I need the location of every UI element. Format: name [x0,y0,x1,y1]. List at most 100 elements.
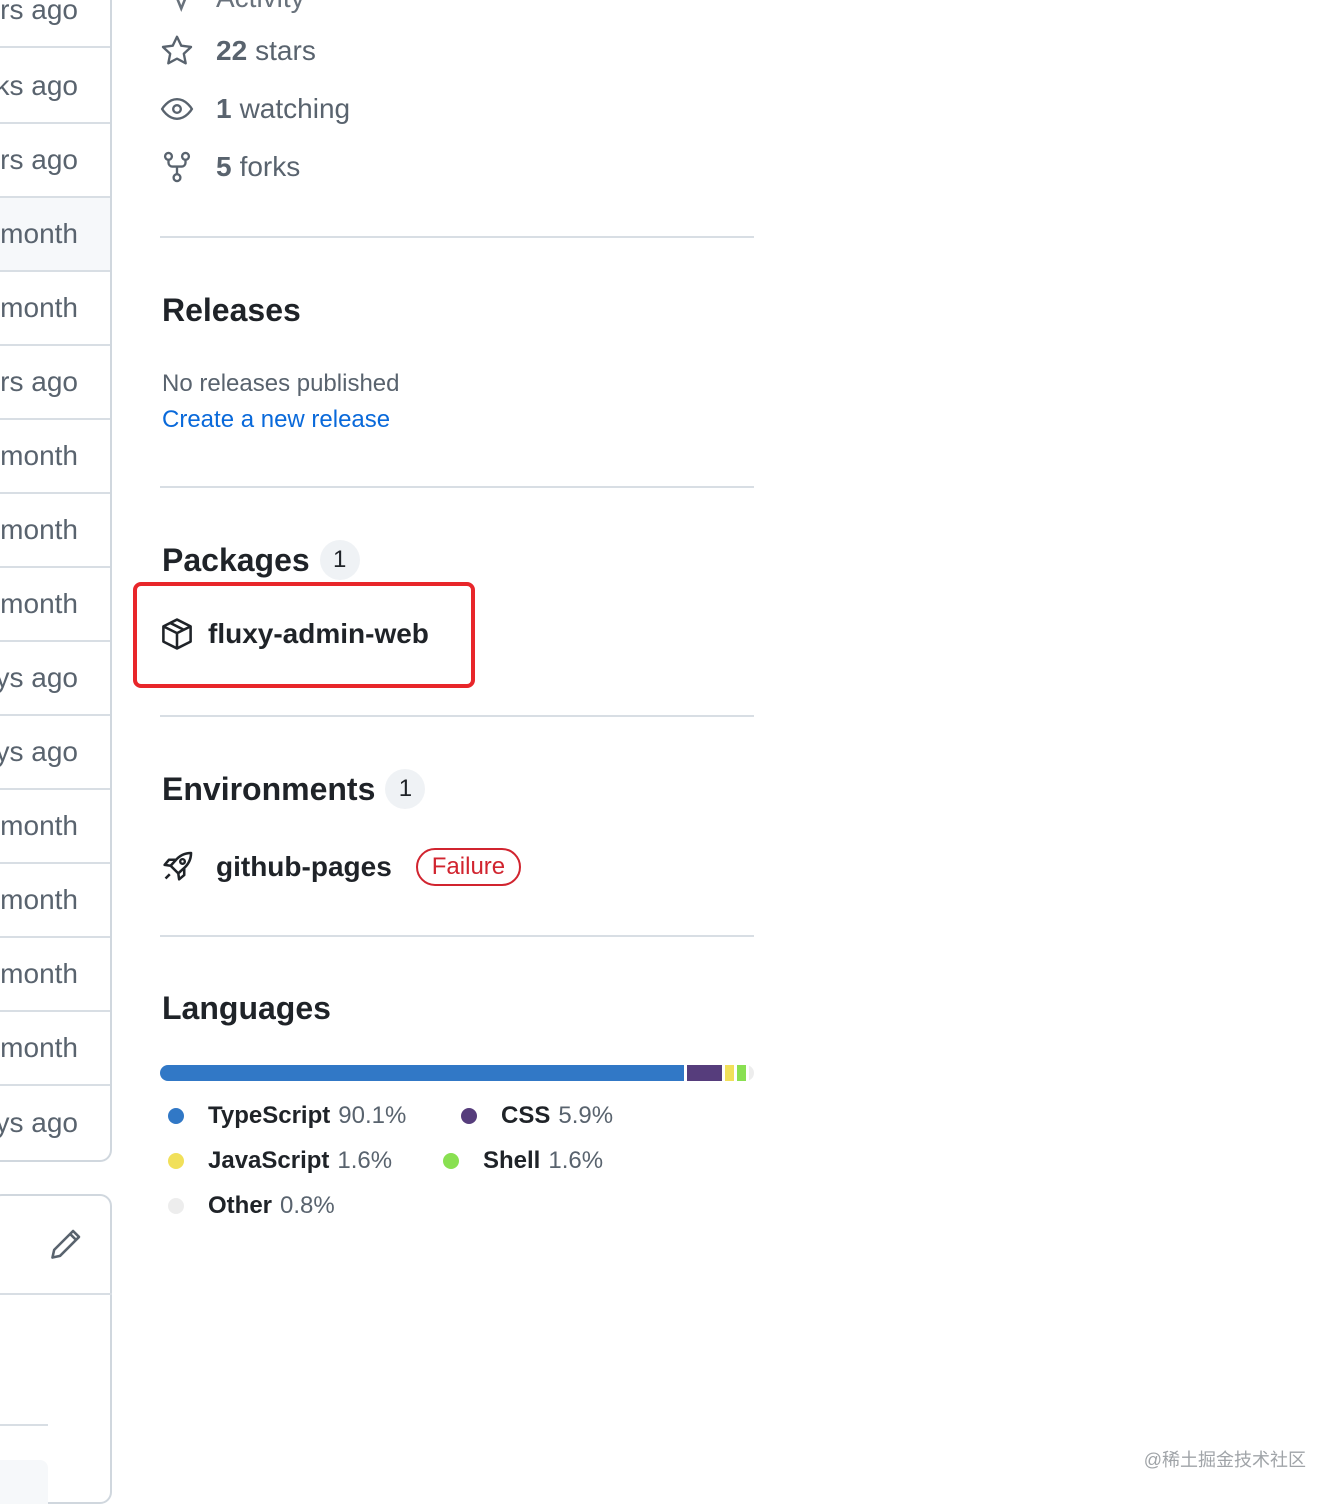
file-row[interactable]: ks ago [0,50,110,124]
language-bar-segment [687,1065,722,1081]
forks-link[interactable]: 5 forks [160,147,300,187]
watching-link[interactable]: 1 watching [160,89,350,129]
file-row[interactable]: month [0,864,110,938]
file-row[interactable]: month [0,1012,110,1086]
clipped-panel [0,1460,48,1504]
commit-age: rs ago [0,366,78,397]
commit-age: ks ago [0,70,78,101]
language-percent: 1.6% [337,1147,393,1174]
file-row[interactable]: month [0,568,110,642]
language-color-dot [443,1153,459,1169]
language-color-dot [461,1108,477,1124]
watermark: @稀土掘金技术社区 [1143,1450,1306,1470]
packages-heading[interactable]: Packages 1 [162,540,360,580]
environment-name[interactable]: github-pages [216,851,392,883]
file-row[interactable]: month [0,938,110,1012]
language-color-dot [168,1153,184,1169]
file-row[interactable]: rs ago [0,346,110,420]
stars-label: stars [255,35,316,66]
environments-heading[interactable]: Environments 1 [162,769,426,809]
language-bar-segment [737,1065,747,1081]
commit-age: rs ago [0,144,78,175]
file-row[interactable]: ys ago [0,642,110,716]
file-list: rs ago ks ago rs ago month month rs ago … [0,0,112,1162]
file-row[interactable]: month [0,272,110,346]
language-bar-segment [724,1065,734,1081]
divider [160,715,754,717]
forks-count: 5 [216,151,232,182]
file-row[interactable]: month [0,494,110,568]
watching-count: 1 [216,93,232,124]
language-name: Other [208,1192,273,1219]
language-item[interactable]: Other 0.8% [168,1189,335,1223]
star-icon [161,35,193,65]
status-badge: Failure [415,848,522,886]
readme-box [0,1194,112,1504]
commit-age: month [0,1032,78,1063]
rocket-icon [163,851,193,881]
divider [160,486,754,488]
language-item[interactable]: TypeScript 90.1% [168,1099,406,1133]
language-color-dot [168,1108,184,1124]
no-releases-text: No releases published [162,370,400,397]
languages-heading: Languages [162,990,331,1027]
commit-age: month [0,810,78,841]
forks-label: forks [239,151,301,182]
language-name: Shell [483,1147,541,1174]
package-name[interactable]: fluxy-admin-web [208,618,429,650]
releases-heading[interactable]: Releases [162,292,301,329]
pulse-icon [176,0,187,13]
commit-age: ys ago [0,662,78,693]
package-item[interactable]: fluxy-admin-web [160,614,429,654]
commit-age: month [0,292,78,323]
divider [0,1293,112,1295]
activity-link[interactable]: Activity [160,0,305,18]
stars-link[interactable]: 22 stars [160,31,316,71]
languages-title: Languages [162,990,331,1026]
pencil-icon[interactable] [48,1228,82,1262]
language-percent: 1.6% [548,1147,604,1174]
commit-age: month [0,218,78,249]
packages-title: Packages [162,541,310,578]
environments-title: Environments [162,770,376,807]
file-row[interactable]: month [0,420,110,494]
language-percent: 0.8% [280,1192,335,1219]
commit-age: month [0,440,78,471]
commit-age: month [0,588,78,619]
divider [160,236,754,238]
divider [0,1424,48,1426]
file-row[interactable]: ys ago [0,716,110,790]
language-bar-segment [160,1065,685,1081]
language-item[interactable]: Shell 1.6% [443,1144,603,1178]
language-item[interactable]: CSS 5.9% [461,1099,613,1133]
package-icon [162,618,192,650]
language-name: TypeScript [208,1102,331,1129]
file-row[interactable]: rs ago [0,124,110,198]
commit-age: month [0,958,78,989]
language-name: CSS [501,1102,551,1129]
commit-age: ys ago [0,1107,78,1138]
language-item[interactable]: JavaScript 1.6% [168,1144,392,1178]
file-row[interactable]: ys ago [0,1086,110,1160]
language-bar-segment [749,1065,754,1081]
file-row[interactable]: rs ago [0,0,110,48]
divider [160,935,754,937]
environment-item[interactable]: github-pages Failure [160,846,522,888]
language-bar [160,1065,754,1081]
commit-age: rs ago [0,0,78,25]
language-color-dot [168,1198,184,1214]
language-percent: 90.1% [338,1102,407,1129]
language-percent: 5.9% [558,1102,614,1129]
releases-title: Releases [162,292,301,328]
file-row[interactable]: month [0,790,110,864]
environments-counter: 1 [385,769,426,809]
commit-age: month [0,514,78,545]
language-name: JavaScript [208,1147,330,1174]
watching-label: watching [239,93,351,124]
eye-icon [160,98,194,120]
create-release-link[interactable]: Create a new release [162,406,390,434]
file-row[interactable]: month [0,198,110,272]
fork-icon [163,151,191,183]
commit-age: ys ago [0,736,78,767]
commit-age: month [0,884,78,915]
